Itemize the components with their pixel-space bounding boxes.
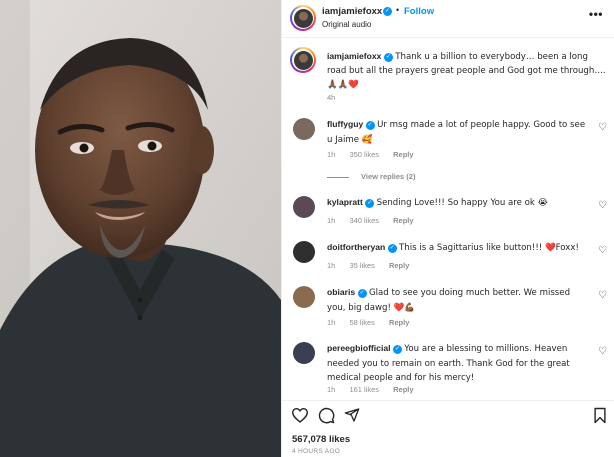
separator-dot: • <box>396 5 400 15</box>
bookmark-icon[interactable] <box>593 407 607 424</box>
comment-text: obiaris ✓ Glad to see you doing much bet… <box>327 286 589 315</box>
heart-outline-icon[interactable]: ♡ <box>598 200 607 211</box>
post-caption: iamjamiefoxx ✓ Thank u a billion to ever… <box>282 44 614 106</box>
comment-likes[interactable]: 58 likes <box>349 318 374 327</box>
caption-text: iamjamiefoxx ✓ Thank u a billion to ever… <box>327 50 609 92</box>
commenter-avatar[interactable] <box>293 196 315 218</box>
comment-time: 1h <box>327 318 336 327</box>
comment-text: fluffyguy ✓ Ur msg made a lot of people … <box>327 118 589 147</box>
caption-username[interactable]: iamjamiefoxx <box>327 51 381 61</box>
reply-button[interactable]: Reply <box>389 318 409 327</box>
verified-badge-icon: ✓ <box>365 121 375 130</box>
comment-body: This is a Sagittarius like button!!! ❤️F… <box>399 243 579 253</box>
comment-meta: 1h 58 likes Reply <box>327 318 421 327</box>
comment-likes[interactable]: 340 likes <box>349 216 379 225</box>
post-header: iamjamiefoxx ✓ • Follow Original audio •… <box>282 0 614 38</box>
likes-count[interactable]: 567,078 likes <box>292 434 350 445</box>
comment-username[interactable]: pereegbiofficial <box>327 343 391 353</box>
comment-meta: 1h 161 likes Reply <box>327 385 426 394</box>
comment-username[interactable]: fluffyguy <box>327 119 363 129</box>
comment-meta: 1h 35 likes Reply <box>327 261 421 270</box>
comment-item: obiaris ✓ Glad to see you doing much bet… <box>282 282 614 334</box>
comment-time: 1h <box>327 385 336 394</box>
comment-username[interactable]: doitfortheryan <box>327 242 385 252</box>
verified-badge-icon: ✓ <box>392 345 402 354</box>
comment-time: 1h <box>327 261 336 270</box>
divider-line <box>327 176 349 178</box>
more-horizontal-icon[interactable]: ••• <box>589 7 603 21</box>
paper-plane-icon[interactable] <box>344 407 360 423</box>
commenter-avatar[interactable] <box>293 118 315 140</box>
post-photo <box>0 0 281 457</box>
follow-button[interactable]: Follow <box>404 6 434 17</box>
reply-button[interactable]: Reply <box>389 261 409 270</box>
heart-outline-icon[interactable]: ♡ <box>598 245 607 256</box>
heart-outline-icon[interactable]: ♡ <box>598 122 607 133</box>
comment-item: doitfortheryan ✓ This is a Sagittarius l… <box>282 237 614 277</box>
comment-username[interactable]: obiaris <box>327 287 355 297</box>
comment-meta: 1h 340 likes Reply <box>327 216 426 225</box>
author-username[interactable]: iamjamiefoxx <box>322 6 382 17</box>
verified-badge-icon: ✓ <box>365 199 375 208</box>
commenter-avatar[interactable] <box>293 241 315 263</box>
heart-outline-icon[interactable]: ♡ <box>598 290 607 301</box>
comment-body: Sending Love!!! So happy You are ok 😭 <box>376 198 548 208</box>
comment-likes[interactable]: 350 likes <box>349 150 379 159</box>
comment-text: pereegbiofficial ✓ You are a blessing to… <box>327 342 589 386</box>
caption-timestamp: 4h <box>327 93 336 102</box>
view-replies-label: View replies (2) <box>361 172 416 181</box>
comment-item: fluffyguy ✓ Ur msg made a lot of people … <box>282 114 614 160</box>
post-timestamp: 4 HOURS AGO <box>292 448 341 455</box>
reply-button[interactable]: Reply <box>393 216 413 225</box>
comment-time: 1h <box>327 150 336 159</box>
comment-item: kylapratt ✓ Sending Love!!! So happy You… <box>282 192 614 232</box>
comment-item: pereegbiofficial ✓ You are a blessing to… <box>282 338 614 398</box>
comment-meta: 1h 350 likes Reply <box>327 150 426 159</box>
reply-button[interactable]: Reply <box>393 385 413 394</box>
author-avatar[interactable] <box>290 5 316 31</box>
verified-badge-icon: ✓ <box>387 244 397 253</box>
post-panel: iamjamiefoxx ✓ • Follow Original audio •… <box>281 0 614 457</box>
commenter-avatar[interactable] <box>293 286 315 308</box>
comment-time: 1h <box>327 216 336 225</box>
reply-button[interactable]: Reply <box>393 150 413 159</box>
heart-outline-icon[interactable]: ♡ <box>598 346 607 357</box>
comment-text: kylapratt ✓ Sending Love!!! So happy You… <box>327 196 589 211</box>
verified-badge-icon: ✓ <box>357 289 367 298</box>
post-media[interactable] <box>0 0 281 457</box>
audio-link[interactable]: Original audio <box>322 20 371 29</box>
caption-author-avatar[interactable] <box>290 47 316 73</box>
comment-text: doitfortheryan ✓ This is a Sagittarius l… <box>327 241 589 256</box>
verified-badge-icon: ✓ <box>383 7 392 16</box>
comment-username[interactable]: kylapratt <box>327 197 363 207</box>
commenter-avatar[interactable] <box>293 342 315 364</box>
comment-likes[interactable]: 35 likes <box>349 261 374 270</box>
view-replies-button[interactable]: View replies (2) <box>327 172 415 181</box>
verified-badge-icon: ✓ <box>383 53 393 62</box>
heart-outline-icon[interactable] <box>291 407 309 423</box>
action-bar <box>282 400 614 428</box>
comment-likes[interactable]: 161 likes <box>349 385 379 394</box>
comment-bubble-icon[interactable] <box>318 407 335 424</box>
